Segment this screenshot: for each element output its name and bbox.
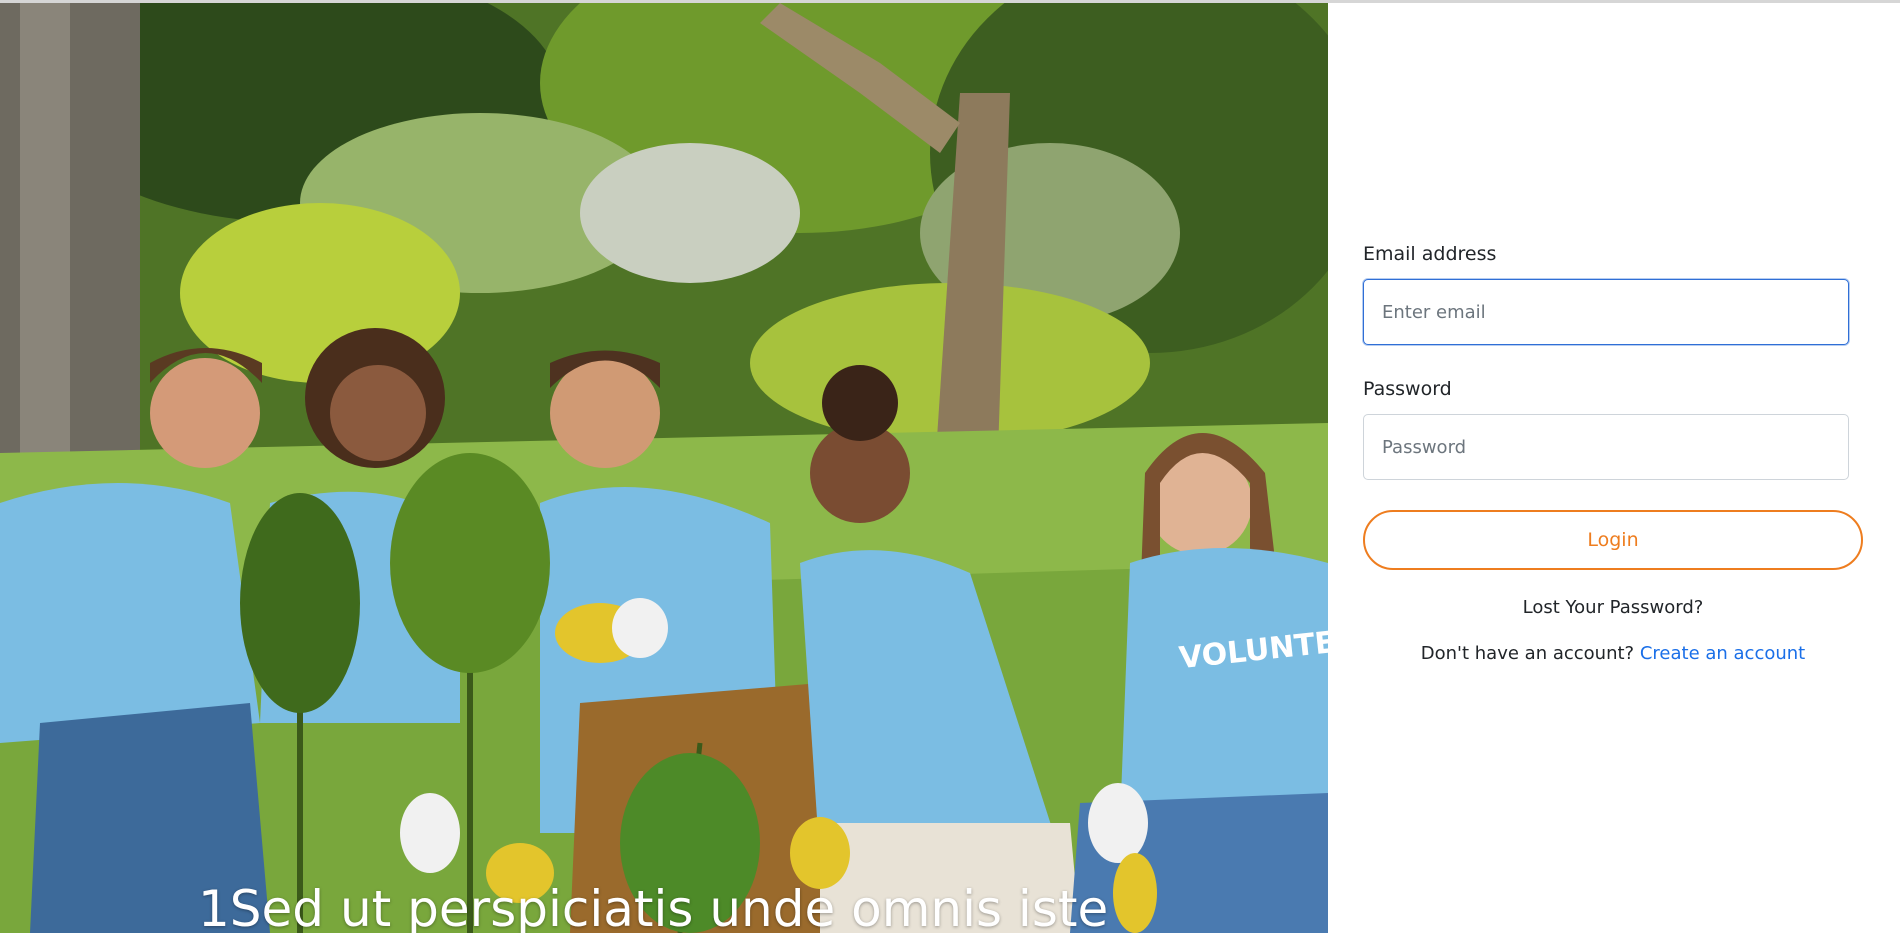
no-account-text: Don't have an account? — [1420, 643, 1635, 664]
email-field[interactable] — [1363, 279, 1849, 345]
create-account-link[interactable]: Create an account — [1640, 643, 1805, 664]
login-form: Email address Password Login Lost Your P… — [1328, 3, 1900, 933]
email-label: Email address — [1363, 243, 1497, 265]
password-label: Password — [1363, 378, 1452, 400]
login-button[interactable]: Login — [1363, 510, 1863, 570]
login-page: VOLUNTEER 1Sed ut perspiciatis unde omni… — [0, 0, 1900, 933]
lost-password-link[interactable]: Lost Your Password? — [1363, 597, 1863, 618]
volunteers-photo: VOLUNTEER — [0, 3, 1328, 933]
signup-prompt: Don't have an account? Create an account — [1363, 643, 1863, 664]
password-field[interactable] — [1363, 414, 1849, 480]
hero-caption: 1Sed ut perspiciatis unde omnis iste — [198, 880, 1109, 933]
hero-image: VOLUNTEER 1Sed ut perspiciatis unde omni… — [0, 3, 1328, 933]
